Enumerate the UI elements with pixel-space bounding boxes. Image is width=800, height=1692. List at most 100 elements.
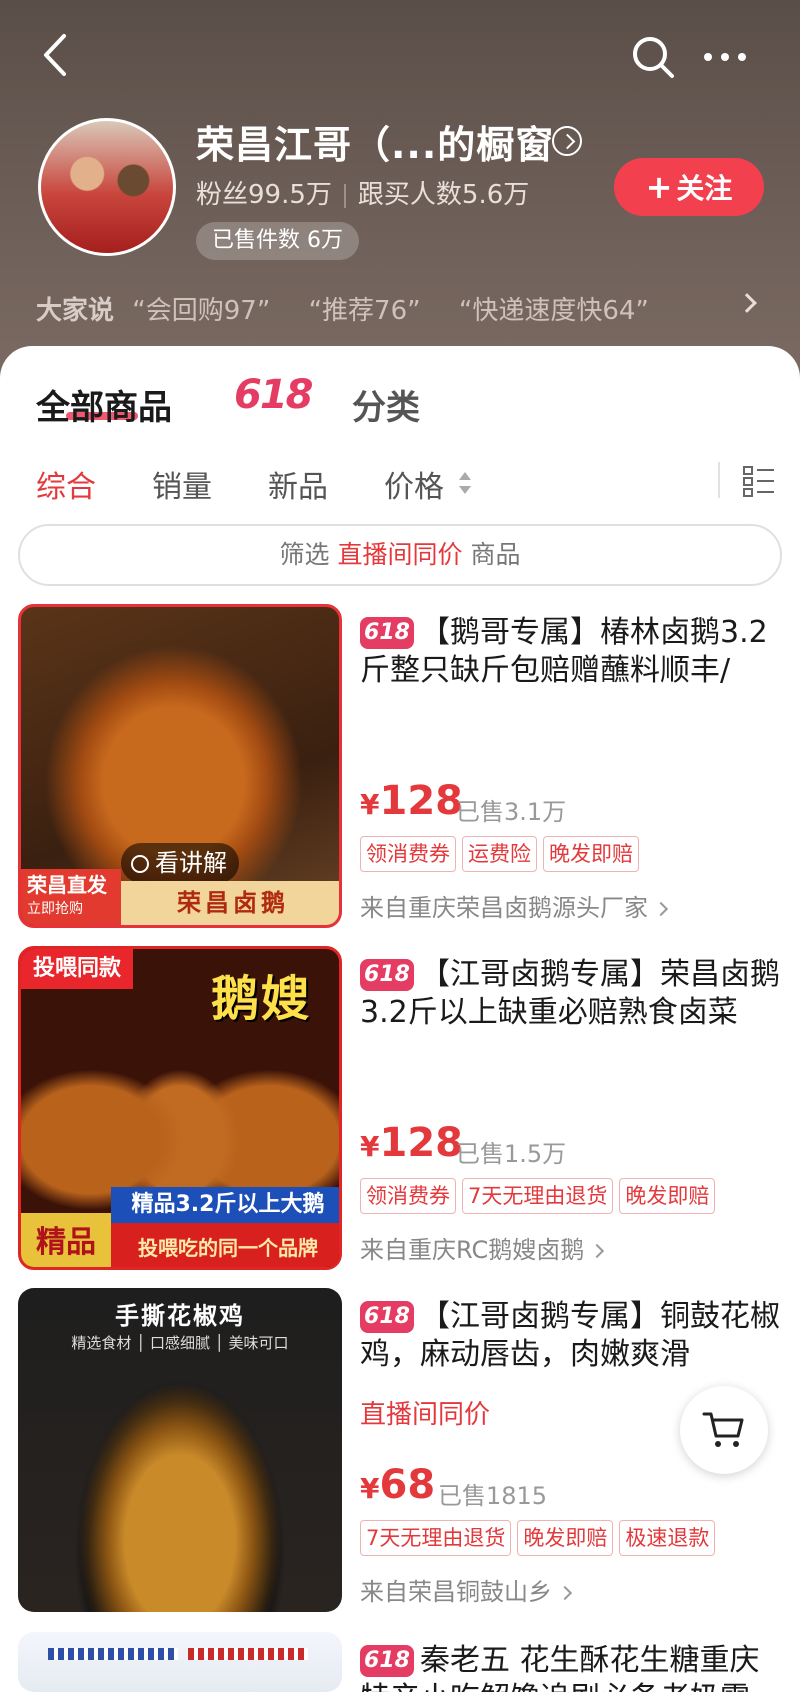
product-title-text: 【江哥卤鹅专属】荣昌卤鹅3.2斤以上缺重必赔熟食卤菜	[360, 957, 780, 1030]
sort-toggle-icon[interactable]	[458, 470, 472, 496]
review-ticker[interactable]: 大家说 “会回购97” “推荐76” “快递速度快64”	[36, 290, 776, 326]
reviews-lead: 大家说	[36, 296, 115, 326]
price-value: 68	[379, 1462, 436, 1508]
explain-video-pill[interactable]: 看讲解	[121, 843, 239, 883]
source-shop-name: 来自重庆RC鹅嫂卤鹅	[360, 1236, 585, 1264]
source-shop-name: 来自重庆荣昌卤鹅源头厂家	[360, 894, 648, 922]
image-tag-sub: 立即抢购	[27, 901, 83, 917]
image-brand-label: 荣昌卤鹅	[121, 881, 339, 925]
product-price: ¥68	[360, 1462, 435, 1508]
price-value: 128	[379, 778, 463, 824]
tab-category[interactable]: 分类	[352, 380, 420, 429]
image-title: 手撕花椒鸡	[115, 1302, 245, 1330]
source-shop-link[interactable]: 来自重庆荣昌卤鹅源头厂家	[360, 888, 669, 923]
image-band: 投喂吃的同一个品牌	[111, 1223, 339, 1267]
cart-icon	[702, 1412, 744, 1447]
image-top-tag: 投喂同款	[21, 949, 133, 989]
product-title-text: 秦老五 花生酥花生糖重庆特产小吃解馋追剧必备老奶零	[360, 1643, 760, 1692]
coupon-tag: 7天无理由退货	[360, 1520, 512, 1556]
list-view-icon[interactable]	[742, 464, 776, 498]
explain-label: 看讲解	[155, 849, 227, 877]
product-title[interactable]: 618 【江哥卤鹅专属】铜鼓花椒鸡，麻动唇齿，肉嫩爽滑	[360, 1298, 780, 1374]
stats-divider	[343, 183, 346, 208]
followers-buying-count: 跟买人数5.6万	[357, 180, 530, 210]
coupon-row: 7天无理由退货 晚发即赔 极速退款	[360, 1520, 721, 1556]
live-price-tag: 直播间同价	[360, 1400, 491, 1430]
shop-avatar[interactable]	[38, 118, 176, 256]
source-shop-link[interactable]: 来自重庆RC鹅嫂卤鹅	[360, 1230, 605, 1265]
product-price: ¥128	[360, 778, 463, 824]
product-title[interactable]: 618秦老五 花生酥花生糖重庆特产小吃解馋追剧必备老奶零	[360, 1642, 780, 1692]
image-band: 精品3.2斤以上大鹅	[111, 1187, 339, 1223]
review-chip: “快递速度快64”	[458, 296, 649, 326]
shop-title[interactable]: 荣昌江哥（...的橱窗	[196, 114, 554, 169]
filter-highlight: 直播间同价	[337, 540, 463, 569]
promo-618-badge: 618	[360, 617, 414, 649]
more-options-icon[interactable]	[700, 34, 750, 80]
review-chip: “推荐76”	[308, 296, 421, 326]
filter-prefix: 筛选	[279, 540, 330, 569]
back-arrow-icon[interactable]	[36, 30, 76, 80]
filter-suffix: 商品	[470, 540, 521, 569]
product-image[interactable]: 投喂同款 鹅嫂 精品3.2斤以上大鹅 投喂吃的同一个品牌 精品	[18, 946, 342, 1270]
sort-new[interactable]: 新品	[268, 462, 328, 506]
source-shop-link[interactable]: 来自荣昌铜鼓山乡	[360, 1572, 573, 1607]
follow-button[interactable]: + 关注	[614, 158, 764, 216]
plus-icon: +	[645, 168, 673, 206]
play-icon	[131, 855, 149, 873]
coupon-tag: 运费险	[462, 836, 537, 872]
sold-count: 已售1.5万	[456, 1140, 567, 1168]
follow-label: 关注	[676, 172, 733, 205]
cart-button[interactable]	[680, 1386, 768, 1474]
sold-count: 已售3.1万	[456, 798, 567, 826]
shop-stats: 粉丝99.5万 跟买人数5.6万	[196, 174, 529, 211]
product-image[interactable]: 手撕花椒鸡 精选食材 │ 口感细腻 │ 美味可口	[18, 1288, 342, 1612]
filter-live-price[interactable]: 筛选 直播间同价 商品	[18, 524, 782, 586]
chevron-right-icon	[653, 901, 669, 917]
product-price: ¥128	[360, 1120, 463, 1166]
coupon-tag[interactable]: 领消费券	[360, 1178, 456, 1214]
image-corner-label: 精品	[21, 1213, 111, 1267]
divider	[718, 462, 720, 498]
tab-all-products[interactable]: 全部商品	[36, 380, 172, 429]
promo-618-badge: 618	[360, 1645, 414, 1677]
chevron-right-icon	[590, 1243, 605, 1259]
coupon-tag[interactable]: 领消费券	[360, 836, 456, 872]
promo-618-badge: 618	[360, 1301, 414, 1333]
promo-618-badge: 618	[360, 959, 414, 991]
coupon-row: 领消费券 运费险 晚发即赔	[360, 836, 645, 872]
packaging-graphic	[188, 1648, 308, 1660]
product-title[interactable]: 618 【江哥卤鹅专属】荣昌卤鹅3.2斤以上缺重必赔熟食卤菜	[360, 956, 780, 1032]
fans-count: 粉丝99.5万	[196, 180, 332, 210]
image-tag-label: 荣昌直发	[27, 873, 107, 897]
price-symbol: ¥	[360, 1130, 380, 1163]
product-image[interactable]: 看讲解 荣昌直发立即抢购 荣昌卤鹅	[18, 604, 342, 928]
coupon-tag: 晚发即赔	[517, 1520, 614, 1556]
coupon-tag: 极速退款	[619, 1520, 716, 1556]
price-value: 128	[379, 1120, 463, 1166]
image-features: 精选食材 │ 口感细腻 │ 美味可口	[71, 1334, 289, 1352]
image-tag: 荣昌直发 立即抢购	[21, 869, 121, 925]
packaging-graphic	[48, 1648, 178, 1660]
price-symbol: ¥	[360, 1472, 380, 1505]
coupon-tag: 晚发即赔	[619, 1178, 716, 1214]
review-chip: “会回购97”	[132, 296, 271, 326]
coupon-tag: 晚发即赔	[543, 836, 639, 872]
sort-price[interactable]: 价格	[384, 462, 444, 506]
product-title-text: 【鹅哥专属】椿林卤鹅3.2斤整只缺斤包赔赠蘸料顺丰/	[360, 615, 768, 688]
product-image[interactable]	[18, 1632, 342, 1692]
sort-sales[interactable]: 销量	[152, 462, 212, 506]
sold-count: 已售1815	[438, 1482, 548, 1510]
sort-comprehensive[interactable]: 综合	[36, 462, 96, 506]
product-title-text: 【江哥卤鹅专属】铜鼓花椒鸡，麻动唇齿，肉嫩爽滑	[360, 1299, 780, 1372]
shop-header: 荣昌江哥（...的橱窗 粉丝99.5万 跟买人数5.6万 已售件数 6万 + 关注 …	[0, 0, 800, 380]
chevron-right-circle-icon[interactable]	[552, 126, 582, 156]
chevron-right-icon	[557, 1585, 573, 1601]
coupon-row: 领消费券 7天无理由退货 晚发即赔	[360, 1178, 721, 1214]
search-icon[interactable]	[630, 34, 676, 80]
tab-618[interactable]: 618	[234, 372, 313, 418]
sold-count-badge: 已售件数 6万	[196, 222, 359, 260]
price-symbol: ¥	[360, 788, 380, 821]
product-title[interactable]: 618 【鹅哥专属】椿林卤鹅3.2斤整只缺斤包赔赠蘸料顺丰/	[360, 614, 780, 690]
source-shop-name: 来自荣昌铜鼓山乡	[360, 1578, 552, 1606]
